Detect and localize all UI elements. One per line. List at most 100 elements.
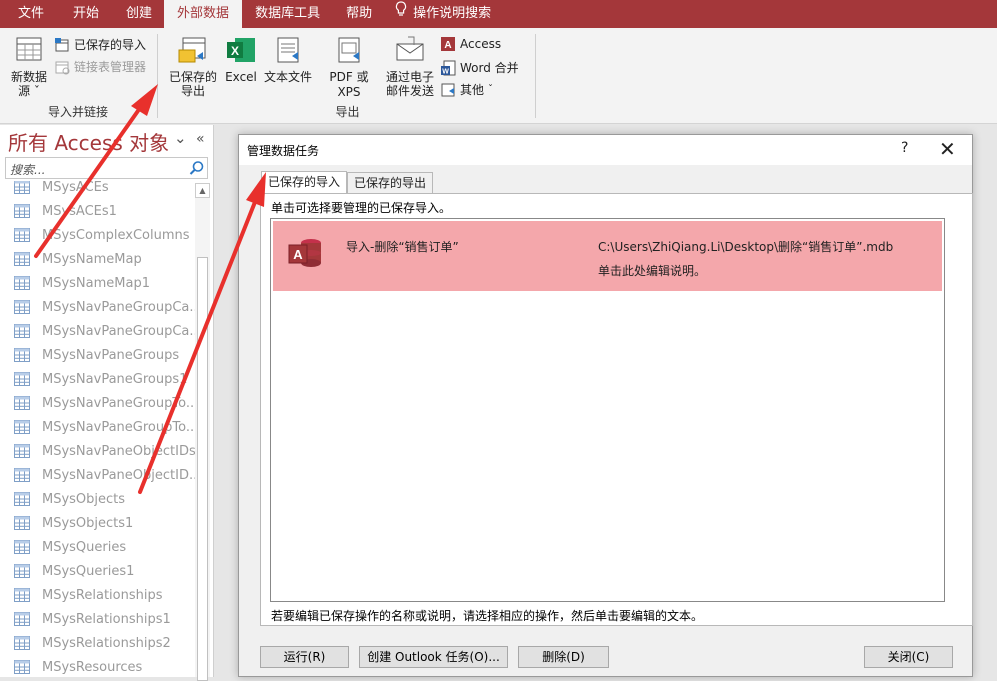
scroll-thumb[interactable] [197,257,208,681]
word-merge-icon: W [441,60,456,75]
list-item-label: MSysNavPaneGroups1 [42,371,188,387]
list-item[interactable]: MSysComplexColumns [0,223,196,247]
tab-create[interactable]: 创建 [114,0,164,28]
nav-pane-title[interactable]: 所有 Access 对象 [8,127,169,156]
excel-label: Excel [225,70,257,84]
delete-button[interactable]: 删除(D) [518,646,609,668]
saved-import-name[interactable]: 导入-删除“销售订单” [346,238,459,255]
list-item[interactable]: MSysNameMap1 [0,271,196,295]
tab-saved-imports[interactable]: 已保存的导入 [261,171,348,194]
table-icon [14,468,30,482]
close-icon[interactable]: ✕ [939,137,956,161]
list-item[interactable]: MSysObjects [0,487,196,511]
list-item[interactable]: MSysRelationships2 [0,631,196,655]
list-item[interactable]: MSysNameMap [0,247,196,271]
table-icon [14,228,30,242]
list-item-label: MSysACEs1 [42,203,117,219]
dialog-titlebar: 管理数据任务 ? ✕ [239,135,972,165]
ribbon: 新数据 源 ˇ 已保存的导入 链接表管理器 导入并链接 已保存的 导出 X Ex… [0,28,997,124]
list-item[interactable]: MSysRelationships1 [0,607,196,631]
linked-table-manager-label: 链接表管理器 [74,60,147,74]
list-item-label: MSysQueries [42,539,127,555]
saved-exports-button[interactable]: 已保存的 导出 [168,34,218,98]
list-item-label: MSysNavPaneGroupTo... [42,419,196,435]
tab-external-data[interactable]: 外部数据 [164,0,243,28]
tab-saved-exports[interactable]: 已保存的导出 [347,172,434,193]
new-data-source-button[interactable]: 新数据 源 ˇ [6,34,52,98]
email-label: 通过电子 邮件发送 [385,70,434,98]
table-icon [14,252,30,266]
list-item[interactable]: MSysNavPaneGroupCa... [0,319,196,343]
list-item-label: MSysNavPaneGroupCa... [42,323,196,339]
close-button[interactable]: 关闭(C) [864,646,953,668]
tab-help[interactable]: 帮助 [333,0,385,28]
tell-me-label: 操作说明搜索 [413,6,492,21]
tab-file[interactable]: 文件 [0,0,58,28]
list-item[interactable]: MSysQueries1 [0,559,196,583]
navigation-pane: 所有 Access 对象 ⌄ « 搜索... MSysACEs MSysACEs1… [0,125,214,681]
search-placeholder: 搜索... [10,163,46,177]
search-icon[interactable] [189,160,205,176]
list-item-label: MSysObjects1 [42,515,134,531]
list-item-label: MSysRelationships1 [42,611,171,627]
list-item-label: MSysNavPaneObjectIDs [42,443,196,459]
list-item[interactable]: MSysNavPaneGroups1 [0,367,196,391]
export-word-merge-button[interactable]: W Word 合并 [440,59,519,76]
list-item[interactable]: MSysQueries [0,535,196,559]
other-export-icon [441,83,455,96]
pdf-xps-icon [338,37,360,63]
create-outlook-task-button[interactable]: 创建 Outlook 任务(O)... [359,646,508,668]
access-label: Access [460,37,502,51]
linked-table-manager-icon [55,61,70,74]
list-item[interactable]: A 导入-删除“销售订单” C:\Users\ZhiQiang.Li\Deskt… [273,221,942,291]
list-item[interactable]: MSysRelationships [0,583,196,607]
list-item[interactable]: MSysACEs1 [0,199,196,223]
svg-text:X: X [231,44,239,58]
export-other-button[interactable]: 其他 ˇ [440,81,493,98]
export-pdf-xps-button[interactable]: PDF 或 XPS [316,34,382,100]
export-access-button[interactable]: A Access [440,36,501,52]
text-file-icon [277,37,299,63]
tab-database-tools[interactable]: 数据库工具 [242,0,333,28]
tab-home[interactable]: 开始 [58,0,114,28]
list-item[interactable]: MSysNavPaneGroupCa... [0,295,196,319]
list-item-label: MSysComplexColumns [42,227,190,243]
run-button[interactable]: 运行(R) [260,646,349,668]
table-icon [14,516,30,530]
export-text-file-button[interactable]: 文本文件 [262,34,314,85]
access-icon: A [441,37,455,51]
list-item[interactable]: MSysResources [0,655,196,677]
list-item-label: MSysQueries1 [42,563,135,579]
export-email-button[interactable]: 通过电子 邮件发送 [384,34,436,98]
help-button[interactable]: ? [901,140,908,156]
panel-hint: 单击可选择要管理的已保存导入。 [271,201,452,215]
list-item-label: MSysNavPaneObjectID... [42,467,196,483]
table-icon [14,444,30,458]
linked-table-manager-button[interactable]: 链接表管理器 [54,58,146,75]
nav-pane-dropdown-icon[interactable]: ⌄ [174,129,187,147]
nav-scrollbar[interactable]: ▲ [195,183,210,681]
email-icon [396,36,424,61]
list-item[interactable]: MSysNavPaneObjectIDs [0,439,196,463]
new-data-source-icon [16,37,42,61]
list-item[interactable]: MSysNavPaneGroupTo... [0,391,196,415]
table-icon [14,564,30,578]
list-item[interactable]: MSysNavPaneGroups [0,343,196,367]
other-label: 其他 [460,83,485,97]
lightbulb-icon [395,1,407,16]
export-excel-button[interactable]: X Excel [224,34,258,85]
scroll-up-arrow[interactable]: ▲ [195,183,210,198]
saved-imports-button[interactable]: 已保存的导入 [54,36,146,53]
table-icon [14,492,30,506]
table-icon [14,396,30,410]
tell-me-search[interactable]: 操作说明搜索 [385,0,501,28]
list-item[interactable]: MSysNavPaneObjectID... [0,463,196,487]
list-item-label: MSysNavPaneGroupTo... [42,395,196,411]
list-item-label: MSysRelationships2 [42,635,171,651]
list-item[interactable]: MSysACEs [0,181,196,199]
collapse-pane-icon[interactable]: « [196,131,205,147]
list-item[interactable]: MSysObjects1 [0,511,196,535]
list-item[interactable]: MSysNavPaneGroupTo... [0,415,196,439]
nav-search-input[interactable]: 搜索... [5,157,208,179]
saved-import-description[interactable]: 单击此处编辑说明。 [598,262,706,279]
